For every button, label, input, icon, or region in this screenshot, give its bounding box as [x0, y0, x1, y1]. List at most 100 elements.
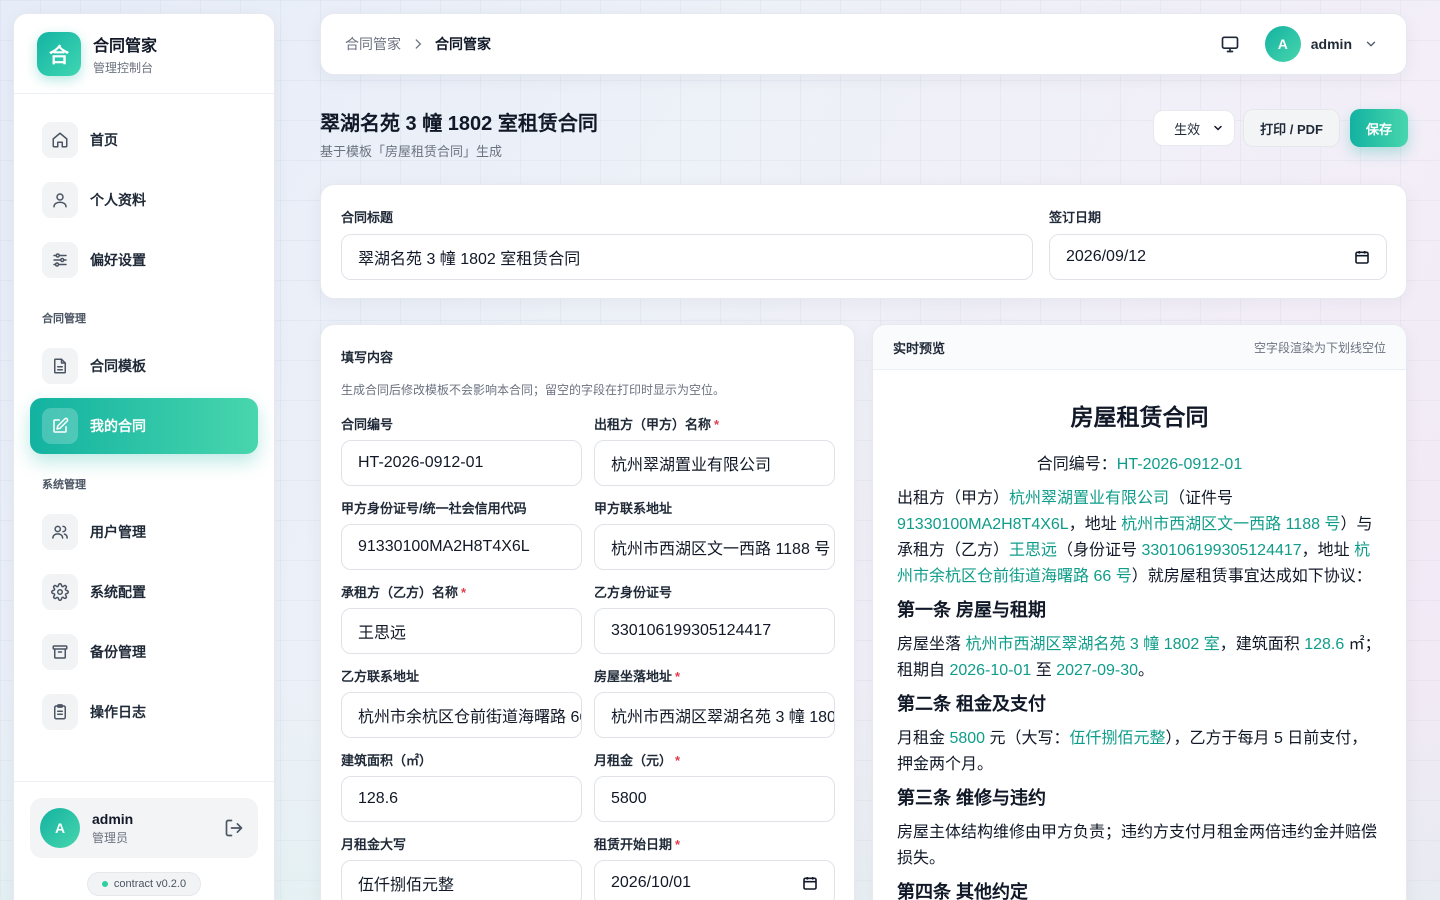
rent-in-words-input[interactable]: 伍仟捌佰元整 — [341, 860, 582, 900]
section-label-system: 系统管理 — [42, 479, 86, 491]
page-title: 翠湖名苑 3 幢 1802 室租赁合同 — [320, 113, 598, 135]
lessor-address-input[interactable]: 杭州市西湖区文一西路 1188 号 — [594, 524, 835, 570]
sidebar-item-my-contracts[interactable]: 我的合同 — [30, 398, 258, 454]
field-property-address: 房屋坐落地址* 杭州市西湖区翠湖名苑 3 幢 1802 室 — [594, 666, 835, 738]
sidebar-item-backup[interactable]: 备份管理 — [30, 624, 258, 680]
area-input[interactable]: 128.6 — [341, 776, 582, 822]
sidebar-item-label: 操作日志 — [90, 704, 146, 720]
brand-logo: 合 — [37, 31, 81, 76]
required-mark: * — [714, 417, 720, 432]
sidebar-item-profile[interactable]: 个人资料 — [30, 172, 258, 228]
document-icon — [42, 348, 78, 384]
calendar-icon[interactable] — [1354, 249, 1370, 265]
field-lessor-id: 甲方身份证号/统一社会信用代码 91330100MA2H8T4X6L — [341, 498, 582, 570]
required-mark: * — [461, 585, 467, 600]
required-mark: * — [675, 837, 681, 852]
sidebar-item-label: 偏好设置 — [90, 252, 146, 268]
sliders-icon — [42, 242, 78, 278]
contract-meta-card: 合同标题 翠湖名苑 3 幢 1802 室租赁合同 签订日期 2026/09/12 — [320, 184, 1407, 299]
lessee-name-input[interactable]: 王思远 — [341, 608, 582, 654]
section-title: 第三条 维修与违约 — [897, 788, 1047, 808]
field-label: 出租方（甲方）名称 * — [594, 417, 720, 432]
section-title: 第四条 其他约定 — [897, 882, 1029, 900]
contract-no-input[interactable]: HT-2026-0912-01 — [341, 440, 582, 486]
sidebar-item-label: 系统配置 — [90, 584, 146, 600]
date-label: 签订日期 — [1049, 210, 1102, 225]
sidebar-item-logs[interactable]: 操作日志 — [30, 684, 258, 740]
document-title: 房屋租赁合同 — [1070, 404, 1209, 430]
sidebar-item-users[interactable]: 用户管理 — [30, 504, 258, 560]
breadcrumb-current: 合同管家 — [435, 36, 491, 52]
save-button[interactable]: 保存 — [1349, 109, 1408, 147]
lessee-address-input[interactable]: 杭州市余杭区仓前街道海曙路 66 号 — [341, 692, 582, 738]
chevron-down-icon[interactable] — [1364, 37, 1378, 51]
brand-subtitle: 管理控制台 — [93, 60, 154, 75]
sidebar-item-templates[interactable]: 合同模板 — [30, 338, 258, 394]
field-label: 月租金（元） * — [594, 753, 681, 768]
field-lessee-id: 乙方身份证号 330106199305124417 — [594, 582, 835, 654]
section-title: 第一条 房屋与租期 — [897, 600, 1047, 620]
users-icon — [42, 514, 78, 550]
field-lease-start: 租赁开始日期 * 2026/10/01 — [594, 834, 835, 900]
sidebar-item-label: 合同模板 — [90, 358, 146, 374]
field-rent-in-words: 月租金大写 伍仟捌佰元整 — [341, 834, 582, 900]
required-mark: * — [675, 753, 681, 768]
form-hint: 生成合同后修改模板不会影响本合同；留空的字段在打印时显示为空位。 — [341, 383, 726, 397]
contract-preview-document: 房屋租赁合同 合同编号：HT-2026-0912-01 出租方（甲方）杭州翠湖置… — [873, 370, 1406, 900]
sign-date-value: 2026/09/12 — [1066, 248, 1147, 265]
status-select[interactable]: 生效 — [1153, 110, 1236, 146]
user-card: A admin 管理员 — [30, 798, 258, 858]
lessee-id-input[interactable]: 330106199305124417 — [594, 608, 835, 654]
section-body: 月租金 5800 元（大写：伍仟捌佰元整），乙方于每月 5 日前支付，押金两个月… — [897, 730, 1368, 773]
contract-title-input[interactable]: 翠湖名苑 3 幢 1802 室租赁合同 — [341, 234, 1033, 280]
lessor-name-input[interactable]: 杭州翠湖置业有限公司 — [594, 440, 835, 486]
user-name: admin — [92, 810, 134, 827]
preview-card: 实时预览 空字段渲染为下划线空位 房屋租赁合同 合同编号：HT-2026-091… — [872, 324, 1407, 900]
sidebar-item-label: 个人资料 — [90, 192, 146, 208]
sidebar-item-config[interactable]: 系统配置 — [30, 564, 258, 620]
required-mark: * — [675, 669, 681, 684]
sign-date-input[interactable]: 2026/09/12 — [1049, 234, 1387, 280]
sidebar-footer: A admin 管理员 contract v0.2.0 — [14, 781, 274, 896]
document-number: 合同编号：HT-2026-0912-01 — [1036, 456, 1243, 473]
chevron-right-icon — [411, 37, 425, 51]
version-badge: contract v0.2.0 — [87, 872, 201, 896]
field-contract-no: 合同编号 HT-2026-0912-01 — [341, 414, 582, 486]
sidebar-item-label: 备份管理 — [90, 644, 146, 660]
user-role: 管理员 — [92, 830, 129, 845]
lease-start-value: 2026/10/01 — [611, 874, 692, 891]
home-icon — [42, 122, 78, 158]
monitor-icon[interactable] — [1215, 29, 1245, 59]
calendar-icon[interactable] — [802, 875, 818, 891]
brand-title: 合同管家 — [93, 37, 158, 55]
field-label: 月租金大写 — [341, 837, 407, 852]
user-icon — [42, 182, 78, 218]
document-intro: 出租方（甲方）杭州翠湖置业有限公司（证件号 91330100MA2H8T4X6L… — [897, 490, 1373, 585]
lessor-id-input[interactable]: 91330100MA2H8T4X6L — [341, 524, 582, 570]
logout-icon[interactable] — [220, 814, 248, 842]
field-lessor-name: 出租方（甲方）名称 * 杭州翠湖置业有限公司 — [594, 414, 835, 486]
form-heading: 填写内容 — [341, 350, 394, 365]
field-label: 租赁开始日期 * — [594, 837, 681, 852]
topbar-avatar[interactable]: A — [1264, 26, 1301, 62]
field-label: 建筑面积（㎡） — [341, 753, 433, 768]
sidebar-item-label: 我的合同 — [90, 418, 146, 434]
sidebar-item-home[interactable]: 首页 — [30, 112, 258, 168]
print-pdf-button[interactable]: 打印 / PDF — [1243, 109, 1340, 147]
field-label: 甲方联系地址 — [594, 501, 673, 516]
clipboard-icon — [42, 694, 78, 730]
header-actions: 生效 打印 / PDF 保存 — [1153, 109, 1408, 147]
sidebar-item-preferences[interactable]: 偏好设置 — [30, 232, 258, 288]
field-lessee-address: 乙方联系地址 杭州市余杭区仓前街道海曙路 66 号 — [341, 666, 582, 738]
field-area: 建筑面积（㎡） 128.6 — [341, 750, 582, 822]
chevron-down-icon — [1212, 122, 1224, 134]
page-subtitle: 基于模板「房屋租赁合同」生成 — [320, 144, 503, 159]
section-body: 房屋主体结构维修由甲方负责；违约方支付月租金两倍违约金并赔偿损失。 — [897, 824, 1378, 867]
section-label-contract: 合同管理 — [42, 313, 86, 325]
monthly-rent-input[interactable]: 5800 — [594, 776, 835, 822]
property-address-input[interactable]: 杭州市西湖区翠湖名苑 3 幢 1802 室 — [594, 692, 835, 738]
breadcrumb-parent[interactable]: 合同管家 — [345, 34, 401, 54]
lease-start-input[interactable]: 2026/10/01 — [594, 860, 835, 900]
status-dot — [101, 881, 108, 887]
topbar-username[interactable]: admin — [1311, 36, 1352, 52]
